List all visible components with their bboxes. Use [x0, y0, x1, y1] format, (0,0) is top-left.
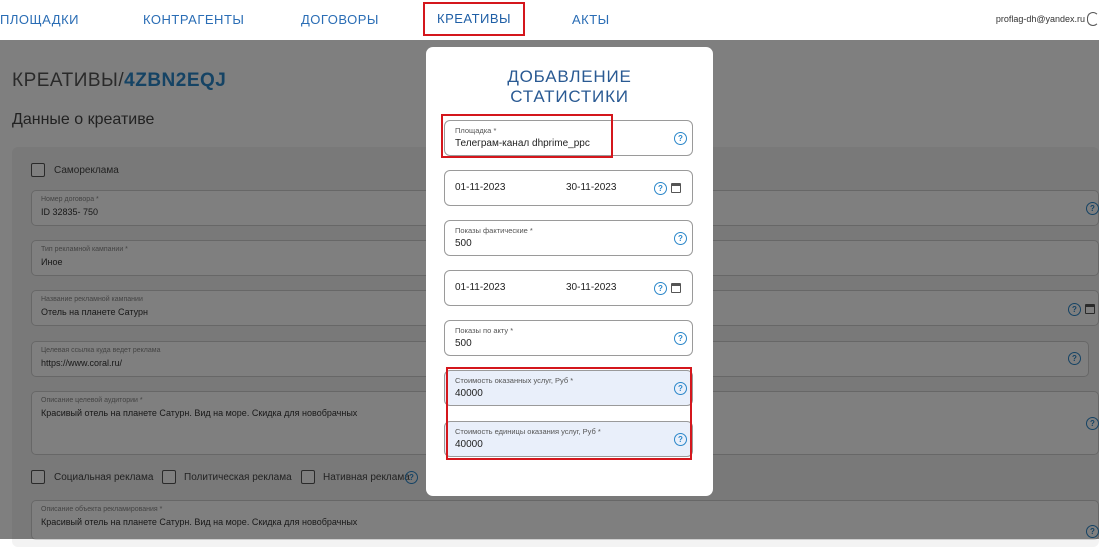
period-1-start-date[interactable]: 01-11-2023	[455, 182, 505, 193]
help-icon[interactable]: ?	[674, 433, 687, 446]
modal-title: ДОБАВЛЕНИЕ СТАТИСТИКИ	[426, 67, 713, 107]
user-email[interactable]: proflag-dh@yandex.ru	[996, 14, 1085, 24]
act-impressions-field[interactable]: Показы по акту * 500 ?	[444, 320, 693, 356]
add-statistics-modal: ДОБАВЛЕНИЕ СТАТИСТИКИ Площадка * Телегра…	[426, 47, 713, 496]
top-navigation: ПЛОЩАДКИ КОНТРАГЕНТЫ ДОГОВОРЫ КРЕАТИВЫ А…	[0, 0, 1099, 40]
nav-tab-platforms[interactable]: ПЛОЩАДКИ	[0, 12, 79, 27]
nav-tab-counterparties[interactable]: КОНТРАГЕНТЫ	[143, 12, 244, 27]
calendar-icon[interactable]	[671, 183, 681, 193]
period-1-end-date[interactable]: 30-11-2023	[566, 182, 616, 193]
actual-impressions-field[interactable]: Показы фактические * 500 ?	[444, 220, 693, 256]
act-impressions-value: 500	[455, 338, 472, 349]
unit-cost-value: 40000	[455, 439, 483, 450]
nav-tab-acts[interactable]: АКТЫ	[572, 12, 610, 27]
service-cost-value: 40000	[455, 388, 483, 399]
period-2-date-range[interactable]: 01-11-2023 30-11-2023 ?	[444, 270, 693, 306]
period-2-end-date[interactable]: 30-11-2023	[566, 282, 616, 293]
modal-title-line-2: СТАТИСТИКИ	[510, 87, 629, 106]
help-icon[interactable]: ?	[654, 282, 667, 295]
unit-cost-label: Стоимость единицы оказания услуг, Руб *	[455, 427, 601, 436]
period-2-start-date[interactable]: 01-11-2023	[455, 282, 505, 293]
help-icon[interactable]: ?	[674, 382, 687, 395]
actual-impressions-label: Показы фактические *	[455, 226, 533, 235]
act-impressions-label: Показы по акту *	[455, 326, 514, 335]
modal-title-line-1: ДОБАВЛЕНИЕ	[507, 67, 632, 86]
help-icon[interactable]: ?	[674, 132, 687, 145]
period-1-date-range[interactable]: 01-11-2023 30-11-2023 ?	[444, 170, 693, 206]
help-icon[interactable]: ?	[654, 182, 667, 195]
platform-value: Телеграм-канал dhprime_ppc	[455, 138, 590, 149]
service-cost-field[interactable]: Стоимость оказанных услуг, Руб * 40000 ?	[444, 370, 693, 406]
platform-label: Площадка *	[455, 126, 497, 135]
help-icon[interactable]: ?	[674, 232, 687, 245]
nav-tab-creatives[interactable]: КРЕАТИВЫ	[423, 2, 526, 36]
actual-impressions-value: 500	[455, 238, 472, 249]
unit-cost-field[interactable]: Стоимость единицы оказания услуг, Руб * …	[444, 421, 693, 457]
platform-select[interactable]: Площадка * Телеграм-канал dhprime_ppc ?	[444, 120, 693, 156]
calendar-icon[interactable]	[671, 283, 681, 293]
logout-icon[interactable]	[1087, 12, 1099, 26]
help-icon[interactable]: ?	[674, 332, 687, 345]
nav-tab-contracts[interactable]: ДОГОВОРЫ	[301, 12, 379, 27]
service-cost-label: Стоимость оказанных услуг, Руб *	[455, 376, 574, 385]
